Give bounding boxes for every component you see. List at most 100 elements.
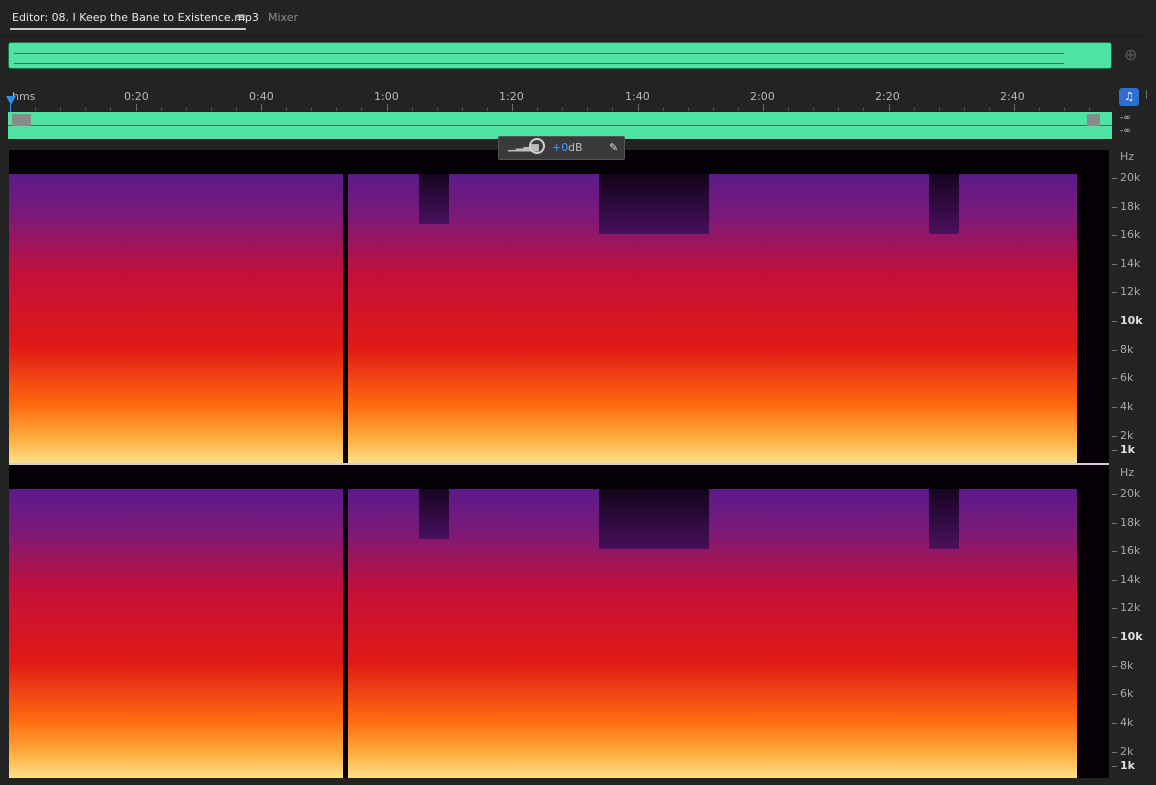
tab-mixer[interactable]: Mixer	[268, 11, 298, 24]
frequency-tick	[1112, 766, 1117, 767]
ruler-minor-tick	[486, 107, 488, 111]
ruler-minor-tick	[938, 107, 940, 111]
ruler-major-tick	[386, 104, 388, 111]
fade-in-handle[interactable]	[12, 114, 31, 126]
ruler-minor-tick	[361, 107, 363, 111]
ruler-minor-tick	[286, 107, 288, 111]
frequency-label: 12k	[1120, 601, 1141, 614]
ruler-minor-tick	[737, 107, 739, 111]
frequency-label: 6k	[1120, 371, 1134, 384]
overview-center-line	[14, 63, 1064, 64]
zoom-icon[interactable]: ⊕	[1124, 45, 1137, 64]
frequency-tick	[1112, 666, 1117, 667]
waveform-center-line	[8, 125, 1112, 126]
ruler-minor-tick	[988, 107, 990, 111]
frequency-tick	[1112, 494, 1117, 495]
ruler-minor-tick	[35, 107, 37, 111]
frequency-tick	[1112, 350, 1117, 351]
frequency-label: 4k	[1120, 716, 1134, 729]
ruler-minor-tick	[60, 107, 62, 111]
frequency-label: 1k	[1120, 443, 1135, 456]
ruler-minor-tick	[813, 107, 815, 111]
ruler-label: 0:40	[249, 90, 274, 103]
frequency-tick	[1112, 178, 1117, 179]
frequency-label: 10k	[1120, 630, 1143, 643]
ruler-minor-tick	[712, 107, 714, 111]
frequency-tick	[1112, 580, 1117, 581]
ruler-minor-tick	[210, 107, 212, 111]
hud-pin-icon[interactable]: ✎	[609, 141, 618, 154]
playhead-line	[10, 104, 11, 112]
ruler-minor-tick	[411, 107, 413, 111]
headphone-icon[interactable]: ♫	[1119, 88, 1139, 106]
frequency-tick	[1112, 292, 1117, 293]
ruler-label: 2:40	[1000, 90, 1025, 103]
ruler-minor-tick	[235, 107, 237, 111]
time-ruler[interactable]	[8, 86, 1112, 110]
frequency-tick	[1112, 321, 1117, 322]
ruler-label: 2:20	[875, 90, 900, 103]
ruler-label: 0:20	[124, 90, 149, 103]
frequency-tick	[1112, 752, 1117, 753]
frequency-label: 2k	[1120, 745, 1134, 758]
frequency-tick	[1112, 523, 1117, 524]
frequency-label: 2k	[1120, 429, 1134, 442]
ruler-label: 2:00	[750, 90, 775, 103]
frequency-tick	[1112, 264, 1117, 265]
frequency-label: 8k	[1120, 659, 1134, 672]
ruler-minor-tick	[537, 107, 539, 111]
level-left: -∞	[1120, 113, 1131, 123]
frequency-unit-label: Hz	[1120, 150, 1135, 163]
ruler-minor-tick	[110, 107, 112, 111]
ruler-minor-tick	[85, 107, 87, 111]
volume-knob[interactable]	[529, 138, 545, 154]
ruler-major-tick	[763, 104, 764, 111]
ruler-label: 1:20	[499, 90, 524, 103]
ruler-major-tick	[888, 104, 890, 111]
active-tab-indicator	[10, 28, 246, 30]
frequency-label: 20k	[1120, 171, 1141, 184]
ruler-minor-tick	[838, 107, 840, 111]
overview-center-line	[14, 53, 1064, 54]
frequency-tick	[1112, 608, 1117, 609]
spectrogram-left-channel[interactable]	[9, 150, 1109, 463]
ruler-minor-tick	[562, 107, 564, 111]
ruler-minor-tick	[1089, 107, 1091, 111]
frequency-tick	[1112, 723, 1117, 724]
frequency-label: 10k	[1120, 314, 1143, 327]
frequency-tick	[1112, 637, 1117, 638]
level-right: -∞	[1120, 126, 1131, 136]
fade-out-handle[interactable]	[1087, 114, 1100, 126]
ruler-major-tick	[261, 104, 262, 111]
right-edge	[1147, 0, 1156, 785]
tab-editor[interactable]: Editor: 08. I Keep the Bane to Existence…	[12, 11, 259, 24]
frequency-tick	[1112, 694, 1117, 695]
frequency-label: 8k	[1120, 343, 1134, 356]
frequency-label: 16k	[1120, 228, 1141, 241]
playhead-marker[interactable]	[6, 96, 16, 105]
ruler-minor-tick	[963, 107, 965, 111]
frequency-tick	[1112, 207, 1117, 208]
ruler-minor-tick	[336, 107, 338, 111]
frequency-label: 16k	[1120, 544, 1141, 557]
volume-unit: dB	[568, 141, 583, 154]
frequency-label: 14k	[1120, 573, 1141, 586]
ruler-minor-tick	[687, 107, 689, 111]
ruler-minor-tick	[1039, 107, 1041, 111]
ruler-major-tick	[1014, 104, 1015, 111]
ruler-minor-tick	[436, 107, 438, 111]
ruler-minor-tick	[788, 107, 790, 111]
frequency-tick	[1112, 551, 1117, 552]
ruler-minor-tick	[185, 107, 187, 111]
frequency-label: 1k	[1120, 759, 1135, 772]
ruler-label: 1:00	[374, 90, 399, 103]
tab-menu-icon[interactable]: ≡	[236, 10, 246, 24]
volume-value[interactable]: +0	[552, 141, 568, 154]
frequency-label: 4k	[1120, 400, 1134, 413]
frequency-tick	[1112, 407, 1117, 408]
spectrogram-right-channel[interactable]	[9, 465, 1109, 778]
ruler-label: 1:40	[625, 90, 650, 103]
ruler-major-tick	[135, 104, 137, 111]
ruler-major-tick	[637, 104, 639, 111]
overview-waveform[interactable]	[8, 42, 1112, 69]
